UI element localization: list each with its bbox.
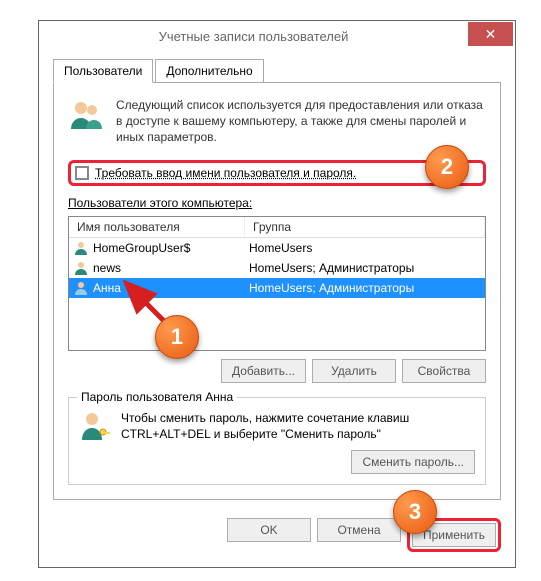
user-icon: [73, 240, 89, 256]
dialog-buttons: OK Отмена Применить: [39, 508, 515, 562]
intro-text: Следующий список используется для предос…: [116, 97, 486, 146]
window-title: Учетные записи пользователей: [39, 29, 468, 44]
list-row[interactable]: HomeGroupUser$ HomeUsers: [69, 238, 485, 258]
password-text: Чтобы сменить пароль, нажмите сочетание …: [121, 410, 475, 442]
change-password-button[interactable]: Сменить пароль...: [351, 450, 475, 474]
callout-3: 3: [393, 490, 437, 534]
password-legend: Пароль пользователя Анна: [77, 390, 237, 404]
callout-2: 2: [425, 145, 469, 189]
list-header: Имя пользователя Группа: [69, 217, 485, 238]
titlebar: Учетные записи пользователей ✕: [39, 21, 515, 51]
tab-users[interactable]: Пользователи: [53, 59, 153, 83]
col-group[interactable]: Группа: [245, 217, 485, 237]
require-login-checkbox[interactable]: [75, 166, 89, 180]
add-button[interactable]: Добавить...: [221, 359, 306, 383]
users-list-label: Пользователи этого компьютера:: [68, 196, 486, 210]
user-icon: [73, 260, 89, 276]
require-login-row: Требовать ввод имени пользователя и паро…: [68, 160, 486, 186]
user-icon: [73, 280, 89, 296]
tab-advanced[interactable]: Дополнительно: [155, 59, 263, 82]
list-buttons: Добавить... Удалить Свойства: [68, 359, 486, 383]
users-icon: [68, 97, 104, 133]
col-username[interactable]: Имя пользователя: [69, 217, 245, 237]
user-accounts-dialog: Учетные записи пользователей ✕ Пользоват…: [38, 20, 516, 568]
properties-button[interactable]: Свойства: [402, 359, 486, 383]
content-area: Пользователи Дополнительно Следующий спи…: [39, 51, 515, 508]
close-button[interactable]: ✕: [468, 22, 513, 46]
require-login-label: Требовать ввод имени пользователя и паро…: [95, 166, 356, 180]
callout-1: 1: [155, 315, 199, 359]
cancel-button[interactable]: Отмена: [317, 518, 401, 542]
tab-strip: Пользователи Дополнительно: [53, 59, 501, 83]
intro-row: Следующий список используется для предос…: [68, 97, 486, 146]
delete-button[interactable]: Удалить: [312, 359, 396, 383]
user-key-icon: [79, 410, 111, 442]
close-icon: ✕: [485, 26, 497, 43]
password-fieldset: Пароль пользователя Анна Чтобы сменить п…: [68, 397, 486, 485]
ok-button[interactable]: OK: [227, 518, 311, 542]
